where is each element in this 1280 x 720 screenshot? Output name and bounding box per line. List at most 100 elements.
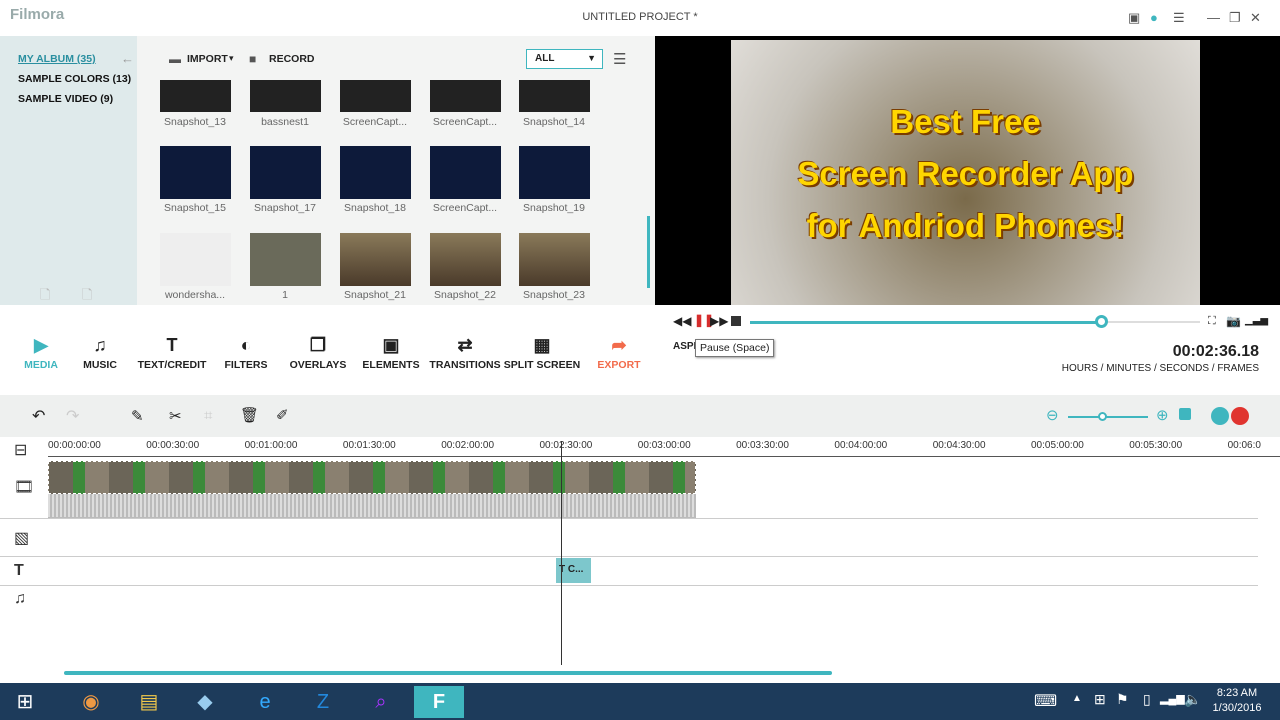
overlay-line: for Andriod Phones! <box>806 207 1125 244</box>
media-thumbnail[interactable] <box>250 80 321 112</box>
media-thumbnail[interactable] <box>519 80 590 112</box>
import-button[interactable]: IMPORT <box>187 53 228 65</box>
close-icon[interactable]: ✕ <box>1250 10 1261 26</box>
tool-label: FILTERS <box>224 359 268 371</box>
crop-icon[interactable]: ⌗ <box>204 407 212 424</box>
playhead[interactable] <box>561 441 562 665</box>
battery-icon[interactable]: ▯ <box>1143 691 1151 708</box>
time-ruler[interactable]: 00:00:00:00 00:00:30:00 00:01:00:00 00:01:3… <box>48 437 1280 457</box>
tool-overlays[interactable]: ❐ OVERLAYS <box>278 335 358 371</box>
feedback-icon[interactable]: ● <box>1150 10 1158 25</box>
tool-label: MUSIC <box>83 359 117 371</box>
undo-icon[interactable]: ↶ <box>32 406 45 426</box>
flag-icon[interactable]: ⚑ <box>1116 691 1129 708</box>
maximize-icon[interactable]: ❐ <box>1229 10 1241 26</box>
ruler-tick-label: 00:02:00:00 <box>441 440 495 451</box>
rewind-icon[interactable]: ◀◀ <box>673 314 691 328</box>
clock-time: 8:23 AM <box>1216 687 1258 699</box>
media-thumbnail[interactable] <box>430 146 501 199</box>
media-thumbnail-label: Snapshot_15 <box>164 202 226 214</box>
music-track-icon: ♫ <box>14 590 26 607</box>
marker-icon[interactable] <box>1231 407 1249 425</box>
zoom-out-icon[interactable]: ⊖ <box>1046 406 1059 424</box>
sidebar-item-sample-video[interactable]: SAMPLE VIDEO (9) <box>18 93 113 105</box>
media-thumbnail-label: Snapshot_21 <box>344 289 406 301</box>
media-thumbnail[interactable] <box>160 233 231 286</box>
tool-export[interactable]: ➦ EXPORT <box>579 335 659 371</box>
media-thumbnail[interactable] <box>340 80 411 112</box>
media-scrollbar[interactable] <box>647 216 650 288</box>
media-thumbnail[interactable] <box>519 146 590 199</box>
list-view-icon[interactable]: ☰ <box>613 50 626 68</box>
tool-elements[interactable]: ▣ ELEMENTS <box>351 335 431 371</box>
tray-chevron-icon[interactable]: ▲ <box>1072 693 1082 704</box>
video-track-icon: 🎞 <box>14 479 35 496</box>
timeline-scrollbar[interactable] <box>64 671 832 675</box>
edge-icon[interactable]: e <box>240 686 290 718</box>
zoom-in-icon[interactable]: ⊕ <box>1156 406 1169 424</box>
volume-icon[interactable]: ▁▃▅ <box>1245 315 1268 326</box>
file-explorer-icon[interactable]: ▤ <box>124 686 174 718</box>
search-app-icon[interactable]: ⌕ <box>356 686 406 718</box>
playback-slider[interactable] <box>750 315 1200 328</box>
track-settings-icon[interactable]: ⊟ <box>14 440 27 460</box>
network-icon[interactable]: ▂▄▆ <box>1160 692 1185 705</box>
sidebar-item-sample-colors[interactable]: SAMPLE COLORS (13) <box>18 73 131 85</box>
title-bar: Filmora UNTITLED PROJECT * ▣ ● ☰ — ❐ ✕ <box>0 0 1280 39</box>
import-dropdown-icon[interactable]: ▾ <box>229 53 234 64</box>
voiceover-icon[interactable] <box>1211 407 1229 425</box>
menu-icon[interactable]: ☰ <box>1173 10 1185 26</box>
edit-icon[interactable]: ✎ <box>131 407 144 425</box>
tool-label: OVERLAYS <box>289 359 347 371</box>
media-thumbnail[interactable] <box>430 233 501 286</box>
delete-icon[interactable]: 🗑 <box>240 406 259 424</box>
collapse-arrow-icon[interactable]: ← <box>121 51 134 66</box>
tool-music[interactable]: ♫ MUSIC <box>60 335 140 371</box>
zoom-slider[interactable] <box>1068 412 1148 421</box>
media-thumbnail[interactable] <box>430 80 501 112</box>
keyboard-icon[interactable]: ⌨ <box>1034 691 1057 711</box>
camera-icon: ■ <box>249 52 257 66</box>
fit-timeline-icon[interactable] <box>1179 408 1191 420</box>
music-icon: ♫ <box>93 335 107 355</box>
volume-tray-icon[interactable]: 🔈 <box>1184 691 1201 708</box>
media-thumbnail-label: Snapshot_14 <box>523 116 585 128</box>
media-thumbnail[interactable] <box>160 80 231 112</box>
media-thumbnail[interactable] <box>160 146 231 199</box>
record-button[interactable]: RECORD <box>269 53 315 65</box>
audio-waveform <box>48 494 696 518</box>
ruler-tick-label: 00:06:0 <box>1227 440 1261 451</box>
app-icon[interactable]: ◆ <box>180 686 230 718</box>
fullscreen-icon[interactable]: ⛶ <box>1208 315 1216 328</box>
pause-tooltip: Pause (Space) <box>695 339 775 357</box>
start-icon[interactable]: ⊞ <box>0 686 50 718</box>
media-thumbnail[interactable] <box>519 233 590 286</box>
snapshot-icon[interactable]: 📷 <box>1226 314 1241 328</box>
redo-icon[interactable]: ↷ <box>66 406 79 426</box>
tool-filters[interactable]: ◐ FILTERS <box>206 335 286 371</box>
media-thumbnail[interactable] <box>340 233 411 286</box>
folder-icon: ▬ <box>169 52 181 66</box>
minimize-icon[interactable]: — <box>1207 10 1220 25</box>
split-icon[interactable]: ✂ <box>169 407 182 425</box>
sidebar-item-my-album[interactable]: MY ALBUM (35) <box>18 53 96 65</box>
chrome-icon[interactable]: ◉ <box>66 686 116 718</box>
tool-split-screen[interactable]: ▦ SPLIT SCREEN <box>502 335 582 371</box>
filter-select[interactable]: ALL ▼ <box>526 49 603 69</box>
tool-label: EXPORT <box>597 359 641 371</box>
fast-forward-icon[interactable]: ▶▶ <box>710 314 728 328</box>
save-icon[interactable]: ▣ <box>1128 10 1140 26</box>
media-thumbnail[interactable] <box>250 233 321 286</box>
tool-text-credit[interactable]: T TEXT/CREDIT <box>132 335 212 371</box>
stop-icon[interactable] <box>731 316 741 326</box>
clock[interactable]: 8:23 AM 1/30/2016 <box>1212 687 1262 714</box>
video-clip[interactable] <box>48 461 696 494</box>
playhead-knob[interactable] <box>1095 315 1108 328</box>
media-thumbnail[interactable] <box>340 146 411 199</box>
filmora-taskbar-icon[interactable]: F <box>414 686 464 718</box>
ruler-tick-label: 00:01:00:00 <box>244 440 298 451</box>
media-thumbnail[interactable] <box>250 146 321 199</box>
color-picker-icon[interactable]: ✐ <box>276 406 289 424</box>
app-z-icon[interactable]: Z <box>298 686 348 718</box>
tool-transitions[interactable]: ⇄ TRANSITIONS <box>425 335 505 371</box>
